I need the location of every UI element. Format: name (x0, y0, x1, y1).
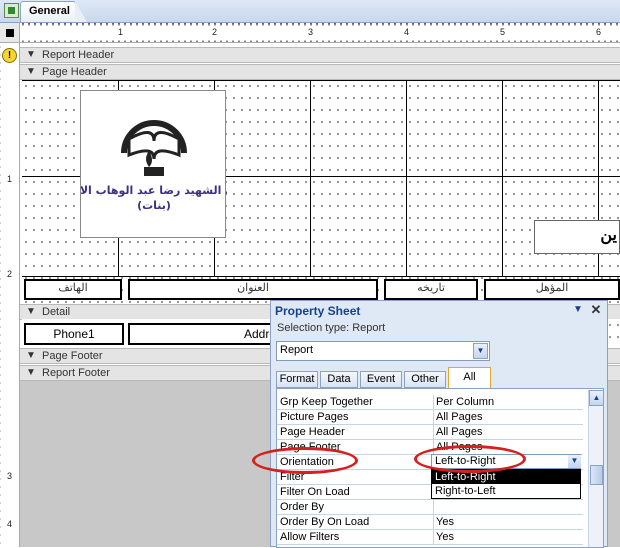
property-row[interactable]: Picture Pages All Pages (277, 410, 583, 425)
vertical-ruler[interactable]: ! 1 2 3 4 (0, 43, 20, 547)
highlight-ellipse (252, 447, 358, 474)
ruler-mark: 2 (7, 269, 13, 279)
property-value[interactable]: Yes (433, 530, 586, 544)
section-arrow-icon: ▼ (26, 350, 36, 361)
section-bar-page-header[interactable]: ▼ Page Header (20, 64, 620, 80)
header-label-date[interactable]: تاريخه (384, 279, 478, 300)
tab-data[interactable]: Data (320, 371, 358, 388)
chevron-down-icon[interactable]: ▼ (571, 304, 585, 318)
tab-event[interactable]: Event (360, 371, 402, 388)
section-label: Page Footer (42, 350, 103, 362)
scroll-up-icon[interactable]: ▲ (589, 390, 603, 406)
grid-line (502, 80, 503, 276)
ruler-mark: 4 (7, 519, 13, 529)
ruler-mark: 2 (212, 27, 218, 37)
property-row[interactable]: Order By (277, 500, 583, 515)
logo-graphic: مدرسة الشهيد رضا عبد الوهاب الابتدائية (… (46, 120, 262, 212)
property-grid-scrollbar[interactable]: ▲ (588, 390, 603, 547)
property-row[interactable]: Grp Keep Together Per Column (277, 395, 583, 410)
school-logo-image[interactable]: مدرسة الشهيد رضا عبد الوهاب الابتدائية (… (46, 90, 262, 238)
grid-line (310, 80, 311, 276)
property-row[interactable]: Allow Filters Yes (277, 530, 583, 545)
property-value[interactable]: Yes (433, 515, 586, 529)
header-label-qualification[interactable]: المؤهل (484, 279, 620, 300)
title-label[interactable]: ين (534, 220, 620, 254)
section-label: Report Header (42, 49, 115, 61)
tab-format[interactable]: Format (276, 371, 318, 388)
property-value[interactable]: All Pages (433, 410, 586, 424)
section-arrow-icon: ▼ (26, 367, 36, 378)
ruler-mark: 5 (500, 27, 506, 37)
close-icon[interactable]: ✕ (589, 302, 603, 318)
logo-text: مدرسة الشهيد رضا عبد الوهاب الابتدائية (81, 184, 227, 197)
section-label: Detail (42, 306, 71, 318)
report-selector-box[interactable] (0, 23, 20, 43)
property-name: Picture Pages (280, 411, 349, 423)
chevron-down-icon[interactable]: ▼ (473, 343, 488, 359)
document-tab-strip: General (0, 0, 620, 23)
section-label: Page Header (42, 66, 107, 78)
warning-icon[interactable]: ! (2, 48, 17, 63)
tab-all[interactable]: All (448, 367, 491, 389)
horizontal-ruler[interactable]: 1 2 3 4 5 6 (20, 23, 620, 43)
grid-line (22, 80, 620, 81)
section-arrow-icon: ▼ (26, 306, 36, 317)
property-sheet-panel[interactable]: Property Sheet ▼ ✕ Selection type: Repor… (270, 300, 608, 548)
option-right-to-left[interactable]: Right-to-Left (432, 484, 580, 498)
header-label-address[interactable]: العنوان (128, 279, 378, 300)
object-selector-value: Report (280, 344, 314, 356)
detail-field-phone[interactable]: Phone1 (24, 323, 124, 345)
tab-other[interactable]: Other (404, 371, 446, 388)
ruler-mark: 3 (7, 471, 13, 481)
detail-field-address[interactable]: Addres (128, 323, 288, 345)
ruler-mark: 1 (118, 27, 124, 37)
property-value[interactable]: All Pages (433, 425, 586, 439)
property-value[interactable] (433, 500, 586, 514)
tab-general[interactable]: General (20, 1, 87, 22)
property-name: Order By (280, 501, 325, 513)
section-label: Report Footer (42, 367, 110, 379)
property-name: Page Header (280, 426, 345, 438)
orientation-dropdown-list[interactable]: Left-to-Right Right-to-Left (431, 469, 581, 499)
property-name: Filter On Load (280, 486, 350, 498)
ruler-mark: 1 (7, 174, 13, 184)
section-bar-report-header[interactable]: ▼ Report Header (20, 47, 620, 63)
ruler-mark: 6 (596, 27, 602, 37)
scrollbar-thumb[interactable] (590, 465, 603, 485)
selection-type-label: Selection type: Report (277, 322, 386, 334)
header-label-phone[interactable]: الهاتف (24, 279, 122, 300)
property-name: Allow Filters (280, 531, 340, 543)
property-name: Order By On Load (280, 516, 370, 528)
grid-line (22, 276, 620, 277)
property-value[interactable]: Per Column (433, 395, 586, 409)
section-arrow-icon: ▼ (26, 66, 36, 77)
ruler-mark: 4 (404, 27, 410, 37)
section-arrow-icon: ▼ (26, 49, 36, 60)
property-name: Grp Keep Together (280, 396, 373, 408)
chevron-down-icon[interactable]: ▼ (568, 455, 581, 468)
property-row[interactable]: Order By On Load Yes (277, 515, 583, 530)
property-row[interactable]: Page Header All Pages (277, 425, 583, 440)
highlight-ellipse (414, 445, 526, 473)
ruler-mark: 3 (308, 27, 314, 37)
logo-text: (بنات) (137, 199, 171, 212)
property-sheet-title: Property Sheet (275, 304, 361, 318)
report-icon (4, 3, 19, 18)
object-selector-dropdown[interactable]: Report ▼ (276, 341, 490, 361)
grid-line (406, 80, 407, 276)
